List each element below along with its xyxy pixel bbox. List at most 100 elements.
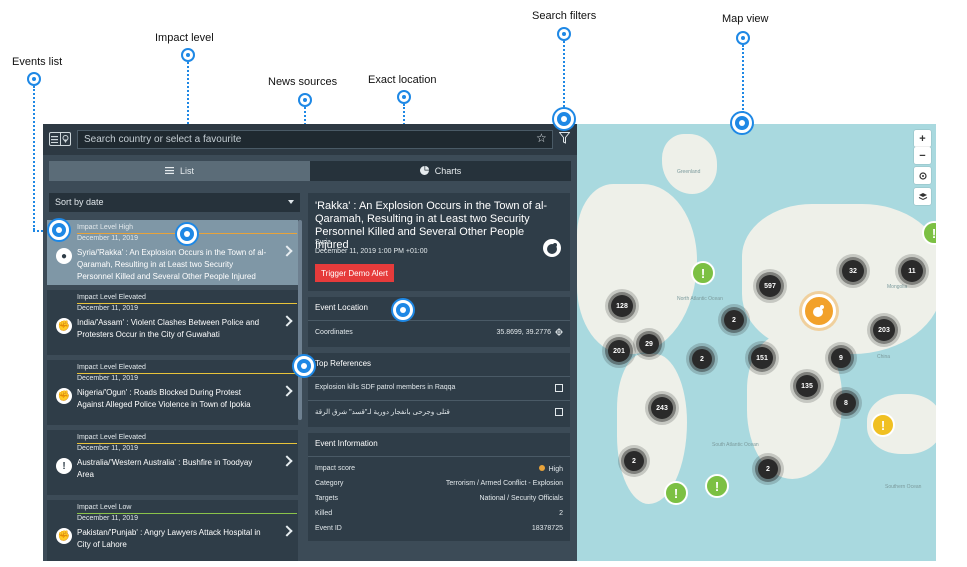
map-pin-layout-icon bbox=[61, 133, 71, 145]
event-cluster[interactable]: 135 bbox=[796, 375, 818, 397]
coordinates-label: Coordinates bbox=[315, 329, 353, 336]
event-cluster[interactable]: 8 bbox=[836, 393, 856, 413]
event-cluster[interactable]: 2 bbox=[758, 459, 778, 479]
low-impact-alert-pin[interactable]: ! bbox=[691, 261, 715, 285]
divider bbox=[308, 456, 570, 457]
event-detail-country: Syria bbox=[315, 239, 331, 246]
impact-level-marker bbox=[177, 224, 197, 244]
map-view[interactable]: Greenland North Atlantic Ocean South Atl… bbox=[577, 124, 936, 561]
event-information-card: Event Information Impact score High Cate… bbox=[308, 433, 570, 541]
event-title: India/'Assam' : Violent Clashes Between … bbox=[77, 318, 260, 339]
callout-events-list-label: Events list bbox=[12, 56, 63, 68]
event-cluster[interactable]: 203 bbox=[873, 319, 895, 341]
search-filters-marker bbox=[554, 109, 574, 129]
event-card[interactable]: Impact Level High December 11, 2019 ● Sy… bbox=[47, 220, 298, 285]
reference-link[interactable]: قتلى وجرحى بانفجار دورية لـ"قسد" شرق الر… bbox=[315, 408, 563, 416]
favourite-star-icon[interactable]: ☆ bbox=[536, 131, 547, 145]
event-cluster[interactable]: 128 bbox=[611, 295, 633, 317]
event-cluster[interactable]: 32 bbox=[842, 260, 864, 282]
crosshair-icon[interactable] bbox=[555, 328, 563, 338]
greenland-landmass bbox=[662, 134, 717, 194]
event-card[interactable]: Impact Level Low December 11, 2019 ✊ Pak… bbox=[47, 500, 298, 561]
event-cluster[interactable]: 2 bbox=[724, 310, 744, 330]
event-card[interactable]: Impact Level Elevated December 11, 2019 … bbox=[47, 290, 298, 355]
event-card[interactable]: Impact Level Elevated December 11, 2019 … bbox=[47, 360, 298, 425]
events-panel: ☆ List Charts Sort by date Impact Level … bbox=[43, 124, 577, 561]
event-title: Australia/'Western Australia' : Bushfire… bbox=[77, 458, 253, 479]
exclamation-icon: ! bbox=[56, 458, 72, 474]
event-cluster[interactable]: 2 bbox=[692, 349, 712, 369]
info-label: Category bbox=[315, 480, 344, 487]
low-impact-alert-pin[interactable]: ! bbox=[664, 481, 688, 505]
callout-map-view-marker bbox=[736, 31, 750, 45]
event-title: Syria/'Rakka' : An Explosion Occurs in t… bbox=[77, 248, 267, 281]
tab-list-label: List bbox=[179, 166, 194, 176]
filter-funnel-icon[interactable] bbox=[558, 131, 571, 149]
callout-events-list-line bbox=[33, 86, 35, 230]
explosion-icon bbox=[543, 239, 561, 257]
impact-level-bar bbox=[77, 513, 297, 514]
event-cluster[interactable]: 201 bbox=[608, 340, 630, 362]
view-tabs: List Charts bbox=[49, 161, 571, 181]
event-cluster[interactable]: 2 bbox=[624, 451, 644, 471]
external-link-icon[interactable] bbox=[555, 384, 563, 392]
event-cluster[interactable]: 11 bbox=[901, 260, 923, 282]
search-input[interactable] bbox=[77, 130, 553, 149]
screenshot-stage: Events list Impact level News sources Ex… bbox=[0, 0, 967, 567]
explosion-icon bbox=[813, 305, 824, 317]
tab-charts[interactable]: Charts bbox=[310, 161, 571, 181]
zoom-in-button[interactable]: + bbox=[914, 130, 931, 147]
info-row-targets: Targets National / Security Officials bbox=[315, 495, 563, 502]
info-value: High bbox=[538, 465, 563, 473]
map-label-mongolia: Mongolia bbox=[887, 284, 908, 290]
layout-toggle-button[interactable] bbox=[49, 132, 71, 146]
event-date: December 11, 2019 bbox=[77, 445, 138, 452]
info-label: Killed bbox=[315, 510, 333, 517]
zoom-out-button[interactable]: − bbox=[914, 147, 931, 164]
events-list-scrollbar[interactable] bbox=[298, 220, 302, 420]
map-label-greenland: Greenland bbox=[677, 169, 701, 175]
event-cluster[interactable]: 151 bbox=[751, 347, 773, 369]
tab-charts-label: Charts bbox=[434, 166, 462, 176]
event-cluster[interactable]: 597 bbox=[759, 275, 781, 297]
layers-icon bbox=[918, 192, 927, 200]
list-icon bbox=[164, 166, 174, 176]
impact-level-bar bbox=[77, 443, 297, 444]
event-card[interactable]: Impact Level Elevated December 11, 2019 … bbox=[47, 430, 298, 495]
callout-search-filters-label: Search filters bbox=[532, 10, 597, 22]
protest-fist-icon: ✊ bbox=[56, 318, 72, 334]
map-label-southern-ocean: Southern Ocean bbox=[885, 484, 922, 490]
selected-event-pin[interactable] bbox=[802, 294, 836, 328]
chevron-right-icon[interactable] bbox=[281, 525, 293, 537]
chevron-right-icon[interactable] bbox=[281, 455, 293, 467]
event-cluster[interactable]: 29 bbox=[639, 334, 659, 354]
info-label: Targets bbox=[315, 495, 338, 502]
callout-events-list-marker bbox=[27, 72, 41, 86]
event-information-heading: Event Information bbox=[315, 439, 378, 448]
low-impact-alert-pin[interactable]: ! bbox=[705, 474, 729, 498]
exact-location-marker bbox=[393, 300, 413, 320]
event-cluster[interactable]: 9 bbox=[831, 348, 851, 368]
impact-level-label: Impact Level Low bbox=[77, 504, 132, 511]
info-row-event-id: Event ID 18378725 bbox=[315, 525, 563, 532]
locate-me-button[interactable] bbox=[914, 167, 931, 184]
callout-news-sources-label: News sources bbox=[268, 76, 338, 88]
events-list-marker bbox=[49, 220, 69, 240]
reference-link[interactable]: Explosion kills SDF patrol members in Ra… bbox=[315, 384, 563, 392]
protest-fist-icon: ✊ bbox=[56, 528, 72, 544]
map-view-marker bbox=[732, 113, 752, 133]
trigger-demo-alert-button[interactable]: Trigger Demo Alert bbox=[315, 264, 394, 282]
chevron-right-icon[interactable] bbox=[281, 315, 293, 327]
layers-button[interactable] bbox=[914, 188, 931, 205]
event-detail-time: December 11, 2019 1:00 PM +01:00 bbox=[315, 248, 428, 255]
sort-select[interactable]: Sort by date bbox=[49, 193, 300, 212]
event-cluster[interactable]: 243 bbox=[651, 397, 673, 419]
external-link-icon[interactable] bbox=[555, 408, 563, 416]
callout-map-view-label: Map view bbox=[722, 13, 769, 25]
info-row-impact-score: Impact score High bbox=[315, 465, 563, 473]
tab-list[interactable]: List bbox=[49, 161, 310, 181]
callout-exact-location-label: Exact location bbox=[368, 74, 437, 86]
chevron-right-icon[interactable] bbox=[281, 245, 293, 257]
elevated-impact-alert-pin[interactable]: ! bbox=[871, 413, 895, 437]
chevron-right-icon[interactable] bbox=[281, 385, 293, 397]
